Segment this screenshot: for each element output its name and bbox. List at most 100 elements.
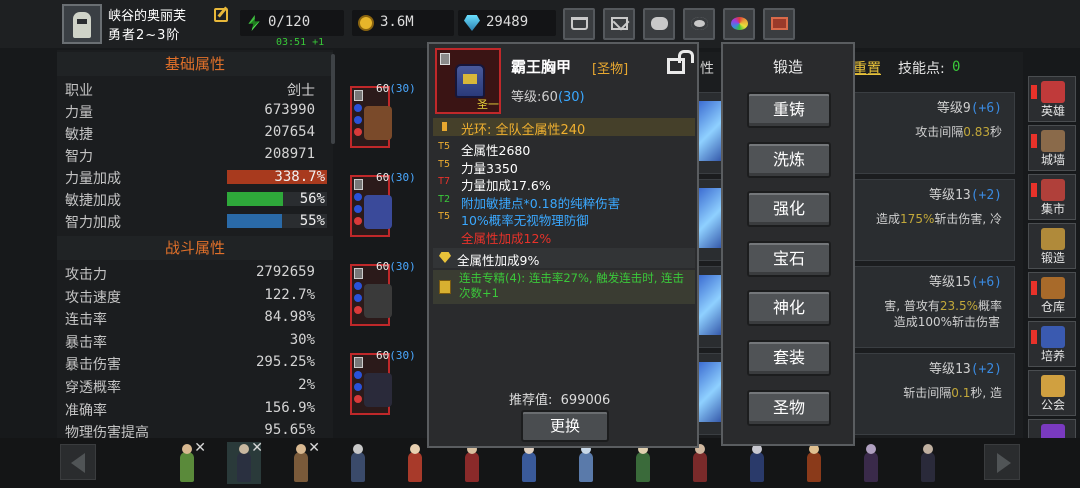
socket-gem-icon xyxy=(354,294,362,302)
item-skill: 连击专精(4): 连击率27%, 触发连击时, 连击次数+1 xyxy=(433,270,695,304)
nav-label: 英雄 xyxy=(1040,104,1065,118)
socket-gem-icon xyxy=(354,282,362,290)
wheel-button[interactable] xyxy=(723,8,755,40)
hero-portrait[interactable] xyxy=(911,442,945,484)
stat-label: 连击率 xyxy=(65,312,107,329)
equipment-slot[interactable]: 60(30) xyxy=(350,349,416,415)
hero-portrait[interactable] xyxy=(683,442,717,484)
skill-description: 害, 普攻有23.5%概率 xyxy=(884,297,1002,314)
stats-scrollbar[interactable] xyxy=(331,54,335,144)
stats-panel[interactable]: 基础属性 职业 剑士 力量 673990 敏捷 207654 智力 208971 力量加成 338… xyxy=(57,50,333,488)
gift-button[interactable] xyxy=(763,8,795,40)
forge-button[interactable]: 圣物 xyxy=(747,389,831,426)
close-icon[interactable]: ✕ xyxy=(308,440,320,456)
stat-value: 95.65% xyxy=(264,422,315,439)
set-bonus: 全属性加成9% xyxy=(433,248,695,268)
gamepad-button[interactable] xyxy=(643,8,675,40)
hero-body xyxy=(693,452,707,482)
equipment-slot[interactable]: 60(30) xyxy=(350,260,416,326)
hero-portrait[interactable]: ✕ xyxy=(170,440,206,484)
affix-tier: T5 xyxy=(438,141,451,152)
forge-title: 锻造 xyxy=(772,58,803,76)
stat-row: 准确率 156.9% xyxy=(65,398,327,420)
gem-icon xyxy=(439,252,451,263)
forge-button[interactable]: 宝石 xyxy=(747,240,831,277)
hero-portrait[interactable] xyxy=(626,442,660,484)
skill-desc-b: 斩击伤害, 冷 xyxy=(934,212,1002,226)
equipment-slot[interactable]: 60(30) xyxy=(350,82,416,148)
player-avatar[interactable] xyxy=(62,4,102,44)
combat-stats-title: 战斗属性 xyxy=(57,236,333,260)
nav-button[interactable]: 培养 xyxy=(1028,321,1076,367)
shop-button[interactable] xyxy=(563,8,595,40)
recommend-number: 699006 xyxy=(560,393,611,408)
stat-row: 穿透概率 2% xyxy=(65,375,327,397)
equipment-icon xyxy=(364,195,392,229)
nav-button[interactable]: 英雄 xyxy=(1028,76,1076,122)
hero-portrait[interactable]: ✕ xyxy=(284,440,320,484)
affix-tier: T5 xyxy=(438,211,451,223)
nav-button[interactable]: 公会 xyxy=(1028,370,1076,416)
game-screen: 峡谷的奥丽芙 勇者2~3阶 0/120 03:51 +1 3.6M 29489 … xyxy=(0,0,1080,488)
close-icon[interactable]: ✕ xyxy=(251,440,263,456)
hero-portrait[interactable] xyxy=(398,442,432,484)
hero-portrait[interactable] xyxy=(797,442,831,484)
nav-label: 锻造 xyxy=(1040,251,1065,265)
forge-button[interactable]: 重铸 xyxy=(747,92,831,128)
settings-button[interactable] xyxy=(683,8,715,40)
stat-value: 295.25% xyxy=(255,354,315,371)
next-arrow-icon[interactable] xyxy=(984,444,1020,480)
forge-button[interactable]: 强化 xyxy=(747,191,831,228)
nav-button[interactable]: 锻造 xyxy=(1028,223,1076,269)
nav-button[interactable]: 仓库 xyxy=(1028,272,1076,318)
stat-progress-bar: 338.7% xyxy=(227,169,327,185)
hero-portrait[interactable] xyxy=(854,442,888,484)
nav-button[interactable]: 城墙 xyxy=(1028,125,1076,171)
stat-value: 56% xyxy=(299,191,325,207)
slot-level-value: 60 xyxy=(376,82,390,95)
stat-row: 暴击率 30% xyxy=(65,330,327,352)
hero-portrait[interactable] xyxy=(569,442,603,484)
slot-level-value: 60 xyxy=(376,171,390,184)
close-icon[interactable]: ✕ xyxy=(194,440,206,456)
prev-arrow-icon[interactable] xyxy=(60,444,96,480)
skill-level-text: 等级9 xyxy=(936,101,971,116)
top-bar: 峡谷的奥丽芙 勇者2~3阶 0/120 03:51 +1 3.6M 29489 xyxy=(0,0,1080,48)
equipment-slot[interactable]: 60(30) xyxy=(350,171,416,237)
affix-text: 附加敏捷点*0.18的纯粹伤害 xyxy=(461,195,621,211)
lock-open-icon[interactable] xyxy=(667,58,685,74)
alert-badge xyxy=(1031,134,1037,148)
forge-button[interactable]: 神化 xyxy=(747,290,831,327)
edit-icon[interactable] xyxy=(214,8,228,22)
gift-icon xyxy=(771,17,788,30)
hero-portrait[interactable] xyxy=(740,442,774,484)
chest-armor-icon xyxy=(455,64,485,98)
stat-row: 连击率 84.98% xyxy=(65,307,327,329)
nav-button[interactable]: 集市 xyxy=(1028,174,1076,220)
mail-button[interactable] xyxy=(603,8,635,40)
affix-text: 力量3350 xyxy=(461,160,518,176)
forge-button[interactable]: 洗炼 xyxy=(747,141,831,178)
stat-label: 攻击力 xyxy=(65,267,107,283)
hero-portrait[interactable]: ✕ xyxy=(227,440,263,484)
stat-label: 穿透概率 xyxy=(65,380,121,396)
stat-bar-row: 敏捷加成 56% xyxy=(65,188,327,210)
forge-button[interactable]: 套装 xyxy=(747,340,831,376)
reset-button[interactable]: 重置 xyxy=(853,58,881,78)
tab-attributes[interactable]: 性 xyxy=(700,58,714,78)
hero-portrait[interactable] xyxy=(455,442,489,484)
replace-button[interactable]: 更换 xyxy=(521,410,609,442)
equipment-list[interactable]: 60(30) 60(30) 60(30) 60(30) xyxy=(340,50,430,432)
hero-portrait[interactable] xyxy=(341,442,375,484)
item-tag-icon xyxy=(354,90,363,101)
slot-level: 60(30) xyxy=(376,171,416,184)
skill-desc-highlight: 0.83 xyxy=(963,125,990,139)
hero-body xyxy=(408,452,422,482)
item-tag-icon xyxy=(354,179,363,190)
item-skill-text: 连击专精(4): 连击率27%, 触发连击时, 连击次数+1 xyxy=(459,271,685,300)
nav-label: 城墙 xyxy=(1040,153,1065,167)
item-affix: T7 力量加成17.6% xyxy=(435,175,697,193)
skill-level-bonus: (+2) xyxy=(970,362,1002,377)
item-tag-icon xyxy=(354,268,363,279)
hero-portrait[interactable] xyxy=(512,442,546,484)
